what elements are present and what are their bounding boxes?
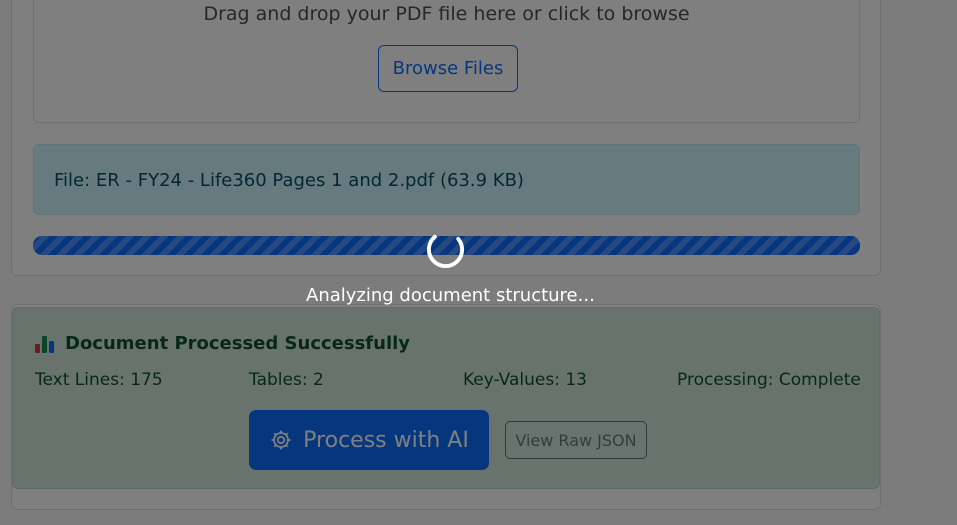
spinner-icon: [426, 230, 465, 269]
loading-overlay: Analyzing document structure...: [0, 0, 957, 525]
loading-status-text: Analyzing document structure...: [306, 285, 595, 306]
